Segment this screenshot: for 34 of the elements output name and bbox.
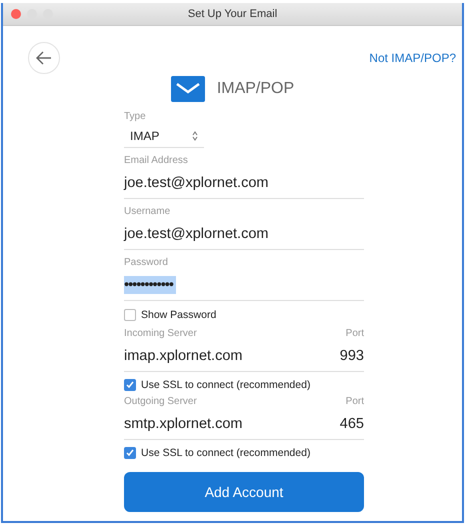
checkbox[interactable] <box>124 379 136 391</box>
field-label: Outgoing Server <box>124 395 197 409</box>
not-imap-link[interactable]: Not IMAP/POP? <box>369 51 456 65</box>
port-label: Port <box>346 327 364 341</box>
back-button[interactable] <box>28 42 60 74</box>
checkbox-label: Use SSL to connect (recommended) <box>141 447 310 459</box>
checkbox-label: Use SSL to connect (recommended) <box>141 379 310 391</box>
field-label: Password <box>124 256 169 270</box>
envelope-icon <box>170 76 205 102</box>
window-title: Set Up Your Email <box>188 8 278 20</box>
server-field[interactable]: smtp.xplornet.com <box>124 416 242 432</box>
port-field[interactable]: 465 <box>340 416 364 432</box>
input-field[interactable]: •••••••••••• <box>124 270 364 301</box>
add-account-button[interactable]: Add Account <box>124 472 364 512</box>
input-field[interactable]: joe.test@xplornet.com <box>124 168 364 199</box>
stepper-icon <box>192 130 198 140</box>
field-label: Email Address <box>124 154 189 168</box>
port-field[interactable]: 993 <box>340 348 364 364</box>
heading: IMAP/POP <box>216 80 294 98</box>
field-label: Incoming Server <box>124 327 197 341</box>
checkbox[interactable] <box>124 447 136 459</box>
field-value: joe.test@xplornet.com <box>124 175 268 191</box>
field-value: •••••••••••• <box>124 276 176 294</box>
checkbox[interactable] <box>124 309 136 321</box>
server-field[interactable]: imap.xplornet.com <box>124 348 242 364</box>
field-value: joe.test@xplornet.com <box>124 226 268 242</box>
port-label: Port <box>346 395 364 409</box>
close-button[interactable] <box>11 9 21 19</box>
back-arrow-icon <box>36 51 52 65</box>
field-label: Username <box>124 205 172 219</box>
checkbox-label: Show Password <box>141 309 216 321</box>
input-field[interactable]: joe.test@xplornet.com <box>124 219 364 250</box>
type-select[interactable]: IMAP <box>124 124 204 148</box>
field-label: Type <box>124 110 147 124</box>
